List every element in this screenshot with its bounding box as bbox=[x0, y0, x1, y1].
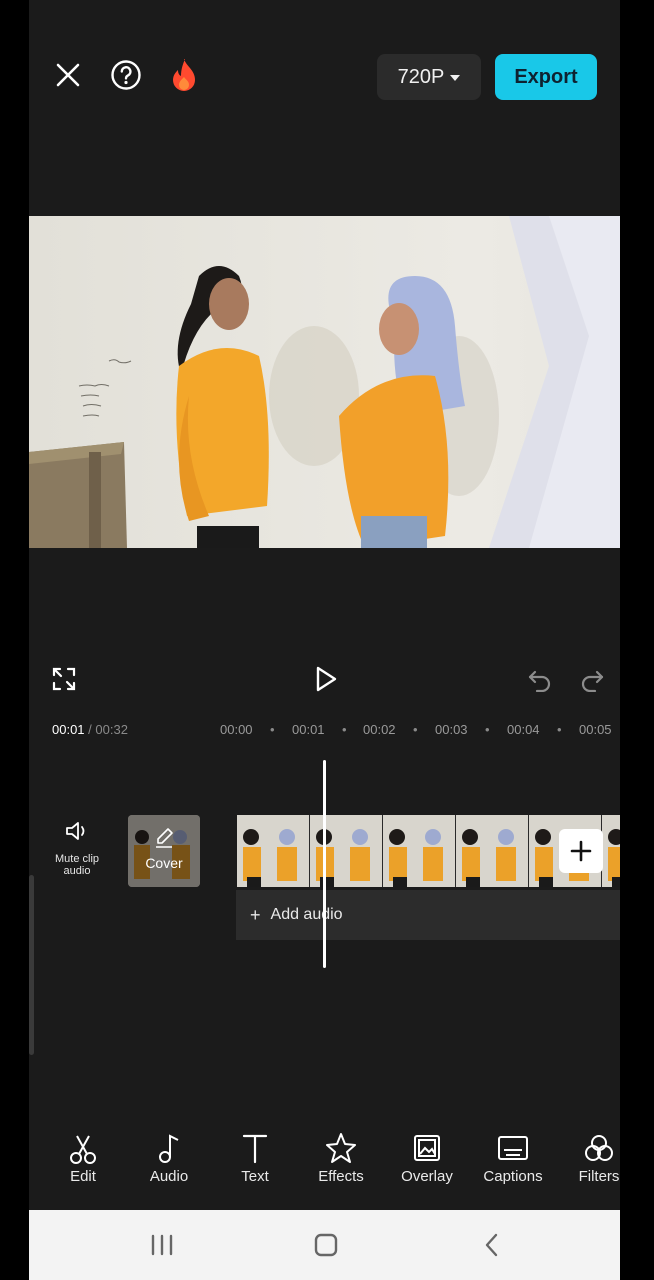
total-time: 00:32 bbox=[95, 722, 128, 737]
time-readout: 00:01 / 00:32 bbox=[52, 722, 128, 737]
ruler-tick: 00:00 bbox=[220, 722, 253, 737]
ruler-dot: • bbox=[485, 722, 490, 737]
tool-label: Edit bbox=[70, 1168, 96, 1185]
video-frame bbox=[29, 216, 620, 548]
cover-thumbnail bbox=[128, 815, 200, 887]
tool-label: Text bbox=[241, 1168, 269, 1185]
ruler-tick: 00:03 bbox=[435, 722, 468, 737]
redo-icon[interactable] bbox=[577, 664, 607, 694]
ruler-tick: 00:05 bbox=[579, 722, 612, 737]
ruler-dot: • bbox=[270, 722, 275, 737]
star-icon bbox=[326, 1133, 356, 1163]
ruler-tick: 00:04 bbox=[507, 722, 540, 737]
tool-text[interactable]: Text bbox=[215, 1130, 295, 1186]
mute-clip-audio-button[interactable]: Mute clip audio bbox=[41, 820, 113, 884]
tool-audio[interactable]: Audio bbox=[129, 1130, 209, 1186]
export-button[interactable]: Export bbox=[495, 54, 597, 100]
bottom-toolbar: Edit Audio Text Effects Overlay Captions… bbox=[29, 1120, 620, 1210]
clip-frame-thumbnail bbox=[383, 815, 456, 887]
top-bar: 720P Export bbox=[29, 0, 620, 216]
undo-icon[interactable] bbox=[525, 664, 555, 694]
speaker-icon bbox=[66, 822, 85, 840]
cover-button[interactable]: Cover bbox=[128, 815, 200, 887]
tool-label: Effects bbox=[318, 1168, 364, 1185]
back-icon[interactable] bbox=[477, 1232, 507, 1258]
timeline-track[interactable]: Mute clip audio Cover + Add audio bbox=[29, 760, 620, 970]
caret-down-icon bbox=[450, 75, 461, 81]
video-editor-app: 720P Export 00:01 / 00:32 00:00 • 00:01 … bbox=[29, 0, 620, 1280]
play-icon[interactable] bbox=[311, 662, 341, 696]
clip-frame-thumbnail bbox=[237, 815, 310, 887]
plus-icon: + bbox=[250, 904, 261, 925]
flame-icon[interactable] bbox=[167, 56, 201, 94]
current-time: 00:01 bbox=[52, 722, 85, 737]
fullscreen-icon[interactable] bbox=[49, 664, 79, 694]
clip-frame-thumbnail bbox=[456, 815, 529, 887]
time-separator: / bbox=[84, 722, 96, 737]
ruler-tick: 00:02 bbox=[363, 722, 396, 737]
captions-icon bbox=[498, 1136, 528, 1160]
tool-label: Audio bbox=[149, 1168, 189, 1185]
resolution-value: 720P bbox=[397, 65, 445, 88]
home-icon[interactable] bbox=[311, 1232, 341, 1258]
time-ruler: 00:01 / 00:32 00:00 • 00:01 • 00:02 • 00… bbox=[29, 714, 620, 744]
ruler-dot: • bbox=[342, 722, 347, 737]
add-audio-button[interactable]: + Add audio bbox=[236, 890, 620, 940]
resolution-dropdown[interactable]: 720P bbox=[377, 54, 481, 100]
overlay-icon bbox=[414, 1135, 440, 1161]
tool-label: Overlay bbox=[401, 1168, 453, 1185]
cover-label: Cover bbox=[145, 855, 183, 871]
filters-icon bbox=[585, 1135, 613, 1161]
scissors-icon bbox=[70, 1135, 96, 1164]
ruler-dot: • bbox=[413, 722, 418, 737]
ruler-tick: 00:01 bbox=[292, 722, 325, 737]
tool-label: Captions bbox=[483, 1168, 543, 1185]
music-note-icon bbox=[159, 1134, 179, 1163]
playhead[interactable] bbox=[323, 760, 326, 968]
close-icon[interactable] bbox=[53, 60, 83, 90]
player-controls bbox=[29, 648, 620, 708]
mute-clip-audio-label: Mute clip audio bbox=[54, 853, 100, 877]
tool-label: Filters bbox=[578, 1168, 620, 1185]
system-navigation-bar bbox=[29, 1210, 620, 1280]
text-icon bbox=[242, 1134, 268, 1164]
ruler-dot: • bbox=[557, 722, 562, 737]
panel-handle[interactable] bbox=[29, 875, 34, 1055]
tool-edit[interactable]: Edit bbox=[43, 1130, 123, 1186]
add-audio-label: Add audio bbox=[270, 906, 343, 923]
add-clip-button[interactable] bbox=[559, 829, 603, 873]
help-icon[interactable] bbox=[109, 58, 143, 92]
clip-frame-thumbnail bbox=[310, 815, 383, 887]
tool-filters[interactable]: Filters bbox=[559, 1130, 620, 1186]
recent-apps-icon[interactable] bbox=[147, 1232, 177, 1258]
tool-effects[interactable]: Effects bbox=[301, 1130, 381, 1186]
tool-captions[interactable]: Captions bbox=[473, 1130, 553, 1186]
tool-overlay[interactable]: Overlay bbox=[387, 1130, 467, 1186]
clip-frame-thumbnail bbox=[602, 815, 620, 887]
plus-icon bbox=[570, 840, 592, 862]
video-preview[interactable] bbox=[29, 216, 620, 548]
